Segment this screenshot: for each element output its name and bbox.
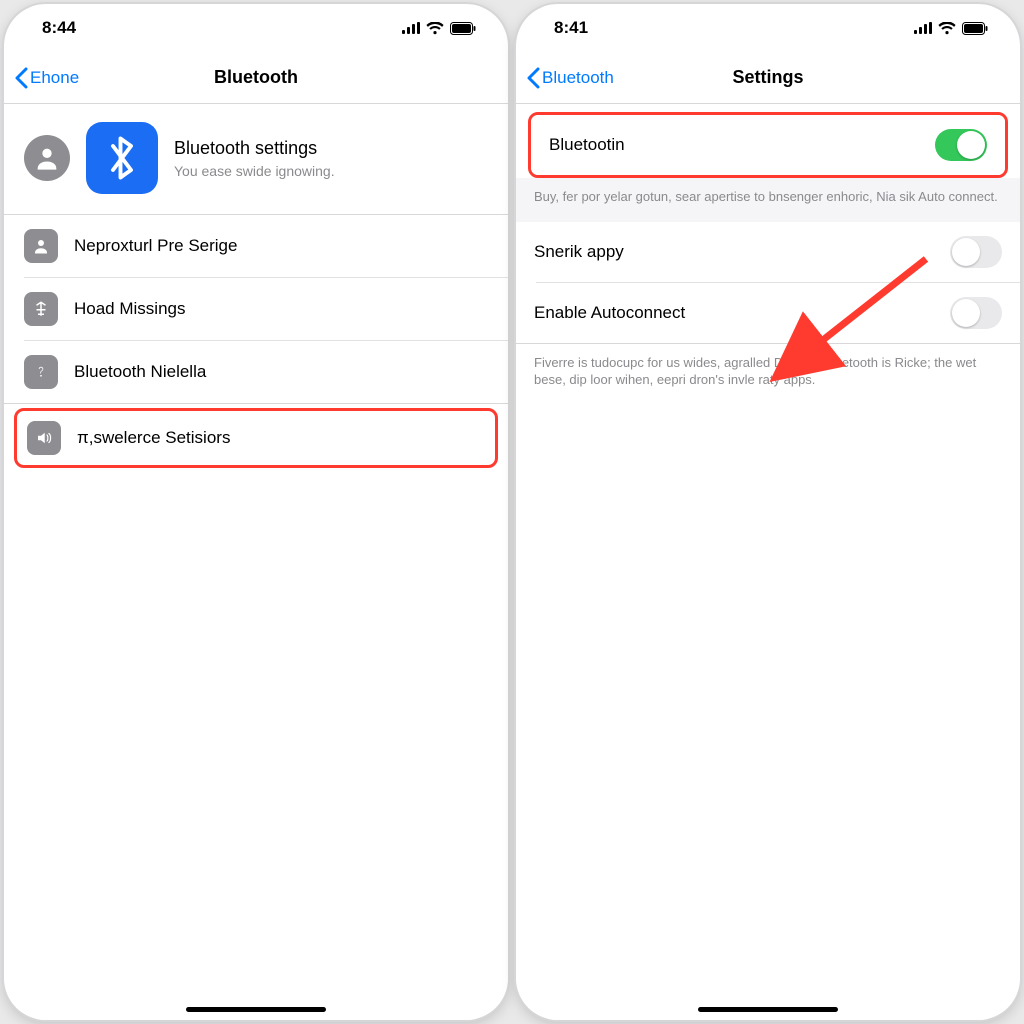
bottom-footnote: Fiverre is tudocupc for us wides, agrall… — [516, 344, 1020, 405]
antenna-icon — [24, 292, 58, 326]
phone-left: 8:44 Ehone Bluetooth Bluetooth — [4, 4, 508, 1020]
back-button[interactable]: Ehone — [14, 67, 79, 89]
battery-icon — [450, 22, 476, 35]
bluetooth-toggle-row[interactable]: Bluetootin — [531, 115, 1005, 175]
status-bar: 8:41 — [516, 4, 1020, 52]
speaker-icon — [27, 421, 61, 455]
status-icons — [914, 22, 988, 35]
nav-bar: Bluetooth Settings — [516, 52, 1020, 104]
cellular-signal-icon — [402, 22, 420, 34]
bluetooth-footnote: Buy, fer por yelar gotun, sear apertise … — [516, 178, 1020, 222]
nav-bar: Ehone Bluetooth — [4, 52, 508, 104]
cellular-signal-icon — [914, 22, 932, 34]
profile-avatar-icon — [24, 135, 70, 181]
toggle-label: Enable Autoconnect — [534, 303, 950, 323]
chevron-left-icon — [526, 67, 540, 89]
settings-row[interactable]: Bluetooth Nielella — [4, 341, 508, 403]
status-time: 8:41 — [554, 18, 588, 38]
toggle-row[interactable]: Snerik appy — [516, 222, 1020, 282]
header-title: Bluetooth settings — [174, 138, 335, 159]
toggle-label: Bluetootin — [549, 135, 935, 155]
phone-right: 8:41 Bluetooth Settings Bluetootin Buy, … — [516, 4, 1020, 1020]
status-bar: 8:44 — [4, 4, 508, 52]
highlighted-row[interactable]: π,swelerce Setisiors — [14, 408, 498, 468]
status-icons — [402, 22, 476, 35]
toggle-label: Snerik appy — [534, 242, 950, 262]
page-title: Bluetooth — [4, 67, 508, 88]
wifi-icon — [938, 22, 956, 35]
content: Bluetootin Buy, fer por yelar gotun, sea… — [516, 104, 1020, 1020]
row-label: Hoad Missings — [74, 299, 490, 319]
status-time: 8:44 — [42, 18, 76, 38]
person-icon — [24, 229, 58, 263]
battery-icon — [962, 22, 988, 35]
switch[interactable] — [950, 297, 1002, 329]
bluetooth-switch[interactable] — [935, 129, 987, 161]
back-label: Ehone — [30, 68, 79, 88]
row-label: Neproxturl Pre Serige — [74, 236, 490, 256]
question-icon — [24, 355, 58, 389]
home-indicator[interactable] — [186, 1007, 326, 1012]
bluetooth-toggle-highlight: Bluetootin — [528, 112, 1008, 178]
header-subtitle: You ease swide ignowing. — [174, 163, 335, 179]
settings-row[interactable]: Neproxturl Pre Serige — [4, 215, 508, 277]
switch[interactable] — [950, 236, 1002, 268]
back-button[interactable]: Bluetooth — [526, 67, 614, 89]
bluetooth-app-icon — [86, 122, 158, 194]
home-indicator[interactable] — [698, 1007, 838, 1012]
row-label: Bluetooth Nielella — [74, 362, 490, 382]
wifi-icon — [426, 22, 444, 35]
settings-row[interactable]: Hoad Missings — [4, 278, 508, 340]
chevron-left-icon — [14, 67, 28, 89]
row-label: π,swelerce Setisiors — [77, 428, 485, 448]
back-label: Bluetooth — [542, 68, 614, 88]
header-row[interactable]: Bluetooth settings You ease swide ignowi… — [4, 104, 508, 214]
content: Bluetooth settings You ease swide ignowi… — [4, 104, 508, 1020]
autoconnect-toggle-row[interactable]: Enable Autoconnect — [516, 283, 1020, 343]
